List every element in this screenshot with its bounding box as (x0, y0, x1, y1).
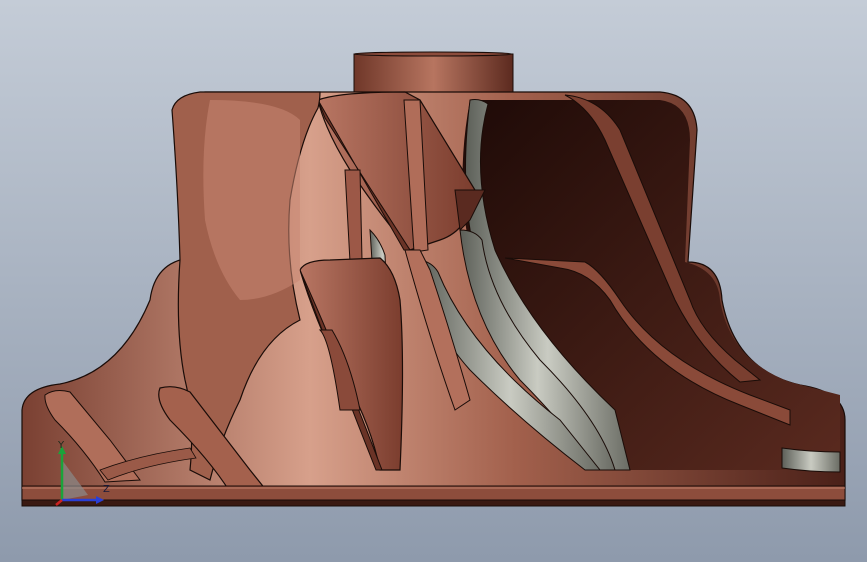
triad-z-arrow (96, 496, 104, 504)
impeller-model[interactable] (0, 0, 867, 562)
triad-x-axis (55, 499, 63, 506)
triad-y-label: Y (58, 440, 65, 451)
triad-plane-shade (62, 460, 88, 500)
orientation-triad: Y Z (48, 440, 118, 506)
graphics-viewport[interactable]: Y Z (0, 0, 867, 562)
shaft-top (353, 51, 513, 57)
base-bottom-edge (21, 499, 846, 507)
fillet-4 (781, 447, 841, 473)
triad-z-label: Z (103, 484, 110, 495)
